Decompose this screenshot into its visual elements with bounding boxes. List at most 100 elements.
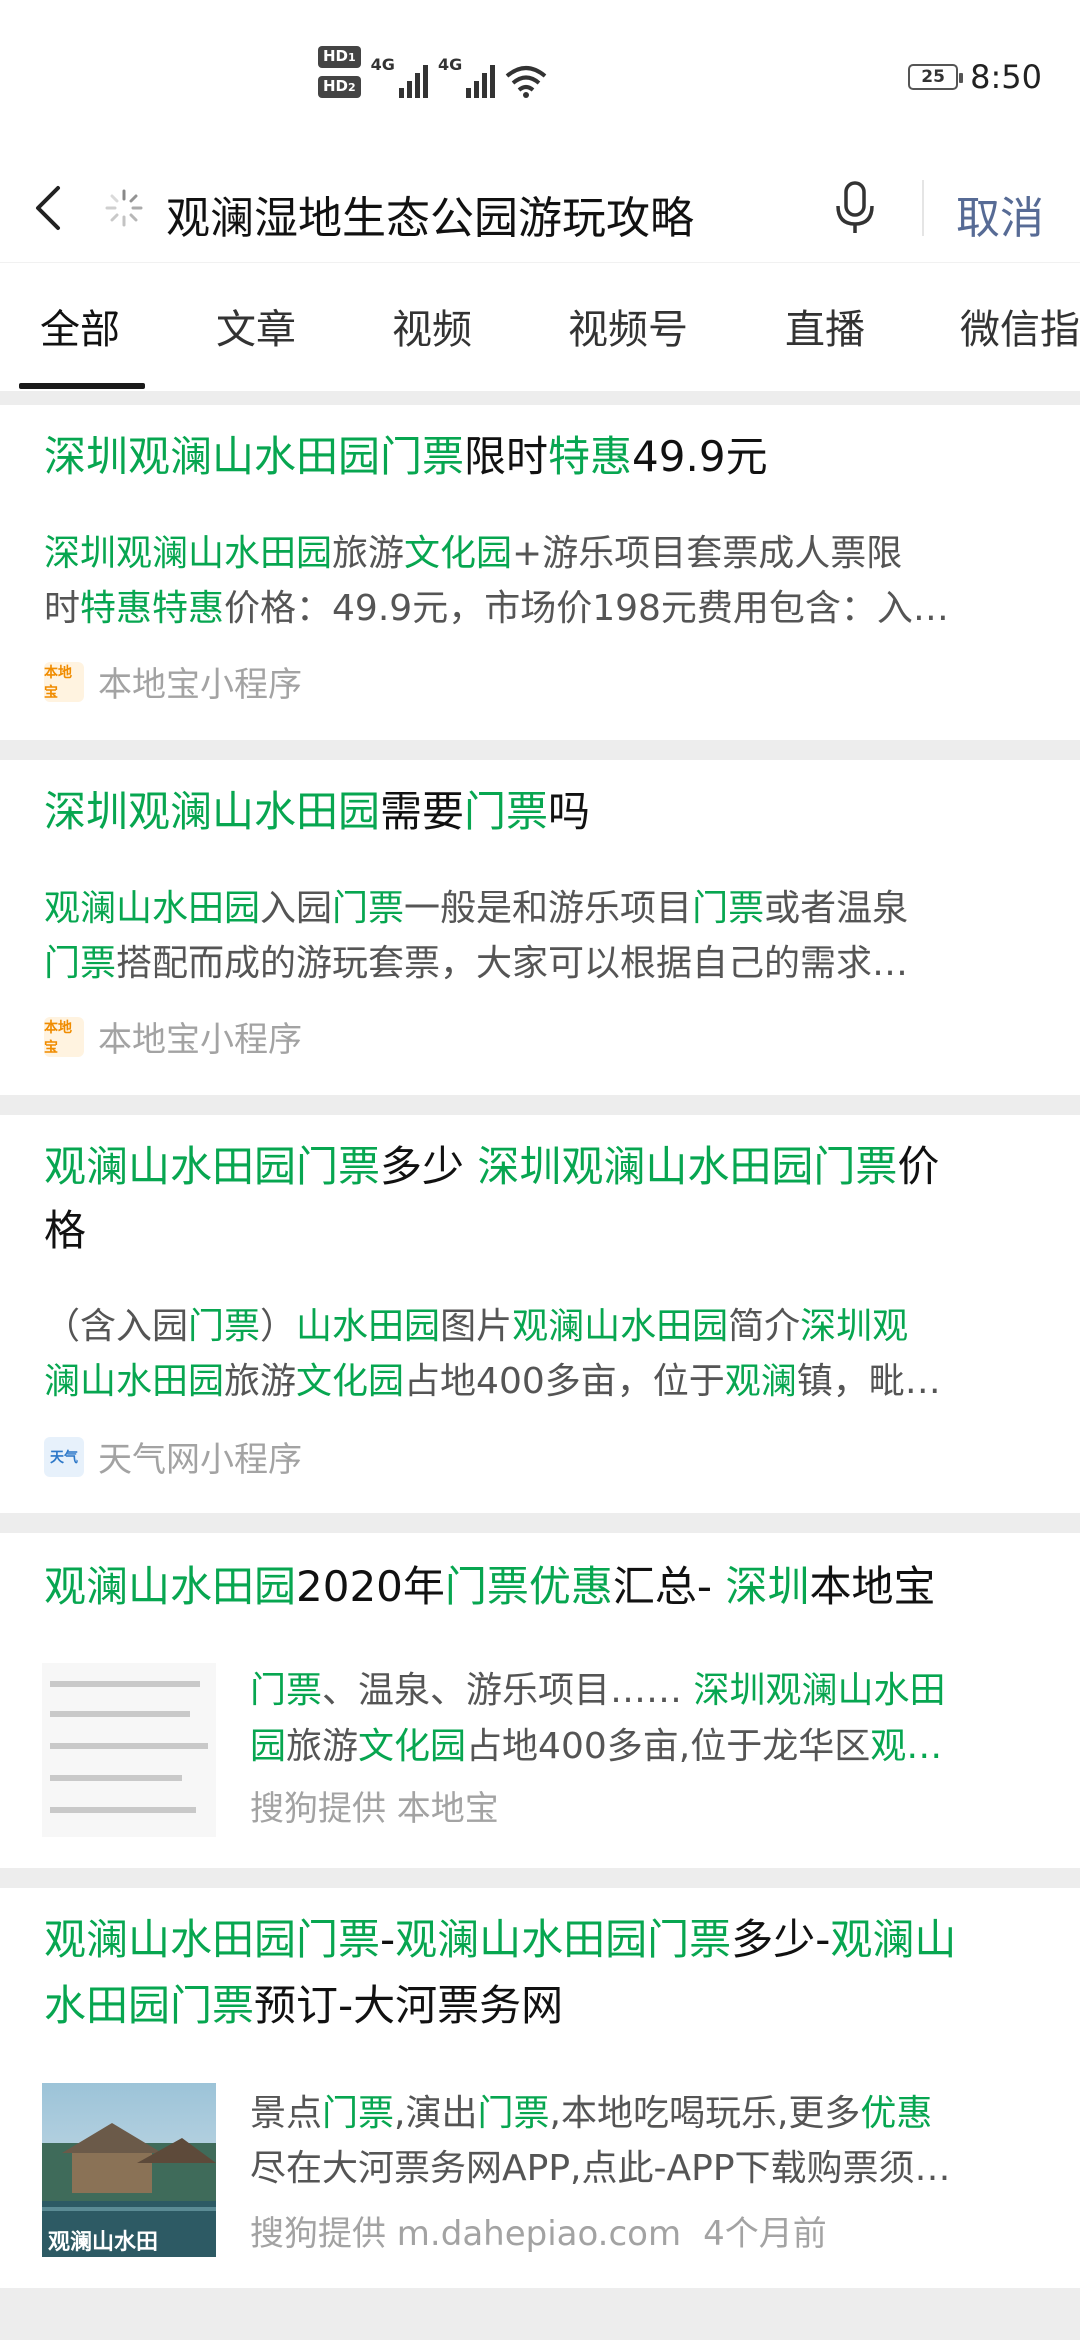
result-card[interactable]: 深圳观澜山水田园门票限时特惠49.9元 深圳观澜山水田园旅游文化园+游乐项目套票… — [0, 405, 1080, 740]
plain-text: 预订-大河票务网 — [254, 1981, 564, 2030]
plain-text: 汇总- — [612, 1562, 726, 1611]
result-source[interactable]: 本地宝 本地宝小程序 — [44, 657, 302, 706]
highlight-text: 文化园 — [358, 1726, 467, 1767]
highlight-text: 水田园门票 — [44, 1981, 255, 2030]
plain-text: 时 — [44, 588, 81, 629]
tab-videos[interactable]: 视频 — [392, 297, 472, 355]
result-title[interactable]: 深圳观澜山水田园需要门票吗 — [44, 780, 1040, 844]
result-title[interactable]: 观澜山水田园2020年门票优惠汇总- 深圳本地宝 — [44, 1555, 1040, 1619]
tab-channels[interactable]: 视频号 — [568, 297, 688, 355]
article-thumbnail — [42, 1663, 216, 1837]
plain-text: 价格：49.9元，市场价198元费用包含：入… — [224, 588, 949, 629]
search-bar: 观澜湿地生态公园游玩攻略 取消 — [0, 150, 1080, 262]
tab-wechat-index[interactable]: 微信指 — [960, 297, 1080, 355]
plain-text: 图片 — [440, 1306, 513, 1347]
plain-text: 入园 — [260, 888, 333, 929]
highlight-text: 门票 — [188, 1306, 261, 1347]
highlight-text: 观澜山水田园 — [44, 1562, 297, 1611]
tab-all[interactable]: 全部 — [40, 297, 120, 355]
plain-text: 或者温泉 — [764, 888, 909, 929]
plain-text: ） — [260, 1306, 297, 1347]
thumbnail-caption: 观澜山水田 — [48, 2230, 159, 2255]
signal2-icon: 4G — [438, 55, 496, 98]
tab-live[interactable]: 直播 — [785, 297, 865, 355]
wifi-icon — [505, 66, 547, 98]
result-snippet-line: 园旅游文化园占地400多亩,位于龙华区观… — [250, 1719, 1036, 1774]
plain-text: ,本地吃喝玩乐,更多 — [549, 2093, 861, 2134]
signal-group: HD1 HD2 4G 4G — [318, 46, 547, 98]
result-title-line[interactable]: 观澜山水田园门票-观澜山水田园门票多少-观澜山 — [44, 1908, 1040, 1972]
highlight-text: 观澜山水田园门票 — [395, 1915, 732, 1964]
result-title-line[interactable]: 水田园门票预订-大河票务网 — [44, 1974, 1040, 2038]
highlight-text: 门票 — [332, 888, 405, 929]
result-source[interactable]: 搜狗提供 本地宝 — [250, 1781, 499, 1830]
highlight-text: 门票 — [322, 2093, 395, 2134]
result-snippet-line: 门票、温泉、游乐项目…… 深圳观澜山水田 — [250, 1663, 1036, 1718]
result-snippet-line: 景点门票,演出门票,本地吃喝玩乐,更多优惠 — [250, 2086, 1036, 2141]
result-title[interactable]: 深圳观澜山水田园门票限时特惠49.9元 — [44, 425, 1040, 489]
plain-text: ,演出 — [394, 2093, 478, 2134]
result-snippet-line: 澜山水田园旅游文化园占地400多亩，位于观澜镇，毗… — [44, 1354, 1036, 1409]
tab-articles[interactable]: 文章 — [216, 297, 296, 355]
loading-spinner-icon — [105, 189, 143, 227]
plain-text: 多少 — [380, 1142, 478, 1191]
bendibao-logo-icon: 本地宝 — [44, 661, 84, 702]
result-title-line[interactable]: 观澜山水田园门票多少 深圳观澜山水田园门票价 — [44, 1135, 1040, 1199]
result-source[interactable]: 本地宝 本地宝小程序 — [44, 1012, 302, 1061]
highlight-text: 深圳 — [725, 1562, 810, 1611]
highlight-text: 观澜山 — [830, 1915, 957, 1964]
plain-text: 占地400多亩，位于 — [404, 1361, 725, 1402]
highlight-text: 观澜 — [724, 1361, 797, 1402]
result-card[interactable]: 深圳观澜山水田园需要门票吗 观澜山水田园入园门票一般是和游乐项目门票或者温泉 门… — [0, 760, 1080, 1095]
battery-icon: 25 — [908, 64, 964, 90]
highlight-text: 优惠 — [860, 2093, 933, 2134]
plain-text: 价 — [897, 1142, 940, 1191]
highlight-text: 门票 — [250, 1670, 323, 1711]
plain-text: 本地宝 — [809, 1562, 936, 1611]
result-snippet-line: （含入园门票）山水田园图片观澜山水田园简介深圳观 — [44, 1299, 1036, 1354]
plain-text: 简介 — [728, 1306, 801, 1347]
highlight-text: 澜山水田园 — [44, 1361, 225, 1402]
result-title-line[interactable]: 格 — [44, 1199, 1040, 1263]
plain-text: 尽在大河票务网APP,点此-APP下载购票须… — [250, 2148, 951, 2189]
back-arrow-icon[interactable] — [28, 184, 72, 232]
cancel-button[interactable]: 取消 — [956, 182, 1044, 246]
highlight-text: 观… — [870, 1726, 943, 1767]
signal1-icon: 4G — [371, 55, 428, 98]
result-card[interactable]: 观澜山水田园门票-观澜山水田园门票多少-观澜山 水田园门票预订-大河票务网 观澜… — [0, 1888, 1080, 2288]
highlight-text: 文化园 — [404, 533, 513, 574]
microphone-icon[interactable] — [832, 180, 878, 236]
highlight-text: 观澜山水田园门票 — [44, 1142, 381, 1191]
plain-text: 占地400多亩,位于龙华区 — [466, 1726, 871, 1767]
highlight-text: 观澜山水田园 — [512, 1306, 729, 1347]
highlight-text: 观澜山水田园门票 — [44, 1915, 381, 1964]
result-card[interactable]: 观澜山水田园2020年门票优惠汇总- 深圳本地宝 门票、温泉、游乐项目…… 深圳… — [0, 1533, 1080, 1868]
clock: 8:50 — [970, 58, 1042, 96]
result-source[interactable]: 搜狗提供 m.dahepiao.com 4个月前 — [250, 2206, 827, 2255]
highlight-text: 园 — [250, 1726, 287, 1767]
plain-text: 旅游 — [332, 533, 405, 574]
highlight-text: 深圳观澜山水田 — [693, 1670, 946, 1711]
result-snippet-line: 观澜山水田园入园门票一般是和游乐项目门票或者温泉 — [44, 881, 1036, 936]
hd2-badge: HD2 — [318, 76, 361, 98]
active-tab-indicator — [19, 383, 145, 389]
hd1-badge: HD1 — [318, 46, 361, 68]
highlight-text: 文化园 — [296, 1361, 405, 1402]
plain-text: （含入园 — [44, 1306, 189, 1347]
highlight-text: 门票 — [477, 2093, 550, 2134]
plain-text: 49.9元 — [632, 432, 768, 481]
plain-text: 吗 — [548, 787, 591, 836]
plain-text: 搭配而成的游玩套票，大家可以根据自己的需求… — [116, 943, 909, 984]
plain-text: 一般是和游乐项目 — [404, 888, 693, 929]
status-bar: HD1 HD2 4G 4G 25 8:50 — [0, 0, 1080, 150]
plain-text: 旅游 — [224, 1361, 297, 1402]
search-input[interactable]: 观澜湿地生态公园游玩攻略 — [166, 182, 694, 246]
status-right: 25 8:50 — [908, 58, 1042, 96]
highlight-text: 门票 — [692, 888, 765, 929]
result-card[interactable]: 观澜山水田园门票多少 深圳观澜山水田园 门票 价 格 （含入园门票）山水田园图片观澜… — [0, 1115, 1080, 1513]
highlight-text: 门票 — [44, 943, 117, 984]
plain-text: - — [380, 1915, 396, 1964]
highlight-text: 深圳观 — [800, 1306, 909, 1347]
result-source[interactable]: 天气 天气网小程序 — [44, 1432, 302, 1481]
result-snippet-line: 时特惠特惠价格：49.9元，市场价198元费用包含：入… — [44, 581, 1036, 636]
